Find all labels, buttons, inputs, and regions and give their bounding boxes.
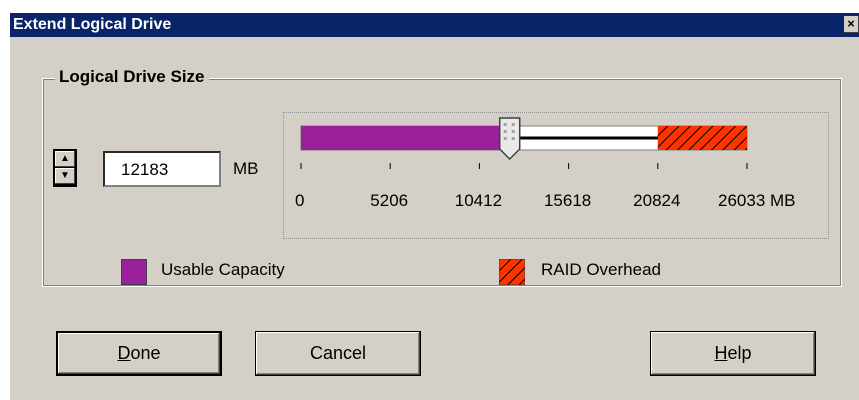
raid-overhead-legend-swatch	[499, 259, 525, 285]
slider-tick-label: 26033 MB	[718, 191, 796, 210]
slider-tick-label: 10412	[454, 191, 503, 210]
title-bar: Extend Logical Drive ×	[10, 13, 859, 37]
size-unit-label: MB	[233, 159, 259, 178]
size-input[interactable]: 12183	[103, 151, 221, 187]
slider-tick-label: 0	[295, 191, 305, 210]
size-spinner[interactable]: ▲ ▼	[53, 149, 77, 187]
usable-capacity-legend-label: Usable Capacity	[161, 260, 285, 279]
extend-logical-drive-dialog: Extend Logical Drive × Logical Drive Siz…	[10, 13, 859, 400]
logical-drive-size-group: Logical Drive Size ▲ ▼ 12183 MB 0 5206 1…	[42, 67, 842, 287]
usable-capacity-legend-swatch	[121, 259, 147, 285]
help-button[interactable]: Help	[650, 331, 816, 376]
slider-ticks	[300, 163, 748, 169]
slider-tick-label: 5206	[370, 191, 409, 210]
capacity-slider-panel	[283, 112, 829, 239]
spin-down-icon[interactable]: ▼	[55, 168, 75, 184]
raid-overhead-legend-label: RAID Overhead	[541, 260, 661, 279]
group-title: Logical Drive Size	[55, 67, 209, 87]
capacity-slider[interactable]	[284, 113, 828, 238]
dialog-title: Extend Logical Drive	[13, 16, 172, 33]
spin-up-icon[interactable]: ▲	[55, 151, 75, 167]
cancel-button[interactable]: Cancel	[255, 331, 421, 376]
slider-tick-label: 15618	[543, 191, 592, 210]
done-button[interactable]: Done	[56, 331, 222, 376]
close-icon[interactable]: ×	[844, 16, 859, 33]
slider-thumb[interactable]	[498, 117, 521, 161]
slider-tick-label: 20824	[633, 191, 681, 210]
usable-capacity-bar	[301, 126, 510, 150]
raid-overhead-bar	[657, 126, 747, 150]
